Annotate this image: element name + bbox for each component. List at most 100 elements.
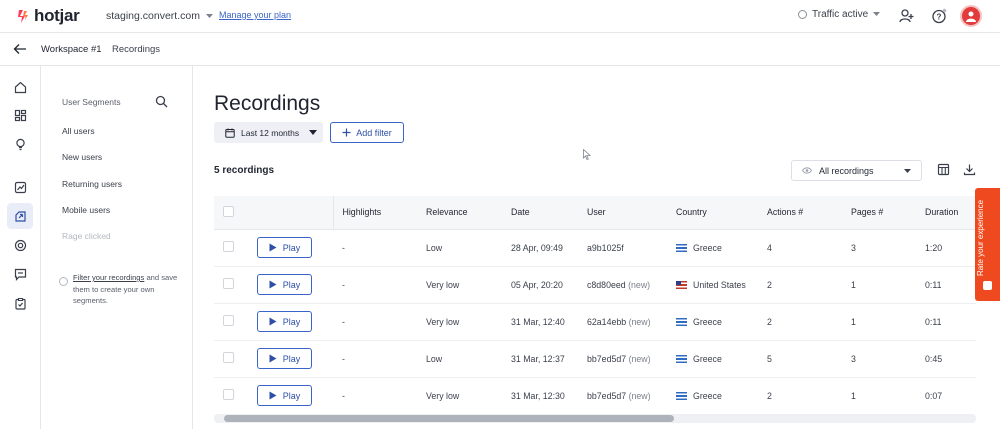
duration-cell: 1:20 (916, 229, 976, 267)
segment-new-users[interactable]: New users (62, 152, 102, 162)
actions-cell: 2 (758, 303, 842, 341)
play-button[interactable]: Play (257, 348, 312, 369)
column-header-duration[interactable]: Duration (916, 196, 976, 230)
top-bar: hotjar staging.convert.com Manage your p… (0, 0, 1000, 33)
filter-recordings-link[interactable]: Filter your recordings (73, 273, 144, 282)
column-header-user[interactable]: User (578, 196, 667, 230)
column-header-actions[interactable]: Actions # (758, 196, 842, 230)
nav-dashboard[interactable] (7, 102, 33, 128)
play-button[interactable]: Play (257, 274, 312, 295)
horizontal-scrollbar[interactable] (214, 414, 976, 423)
country-flag-icon (676, 354, 687, 363)
nav-highlights[interactable] (7, 131, 33, 157)
nav-trends[interactable] (7, 174, 33, 200)
country-cell: Greece (667, 229, 758, 267)
back-arrow-icon[interactable] (13, 43, 27, 55)
play-icon (269, 391, 277, 400)
nav-home[interactable] (7, 74, 33, 100)
recordings-table: Highlights Relevance Date User Country A… (214, 196, 976, 414)
user-icon (966, 11, 976, 22)
table-row[interactable]: Play - Very low 05 Apr, 20:20 c8d80eed (new)… (214, 266, 976, 304)
user-avatar[interactable] (960, 5, 982, 27)
country-name: Greece (693, 353, 722, 364)
new-user-tag: (new) (628, 353, 651, 364)
plus-icon (342, 128, 351, 137)
play-cell: Play (248, 377, 333, 414)
recordings-icon (14, 210, 26, 222)
table-row[interactable]: Play - Very low 31 Mar, 12:30 bb7ed5d7 (new)… (214, 377, 976, 414)
columns-icon[interactable] (937, 163, 950, 176)
row-select-cell (214, 377, 248, 414)
date-range-label: Last 12 months (241, 127, 300, 138)
duration-cell: 0:45 (916, 340, 976, 378)
column-header-pages[interactable]: Pages # (842, 196, 916, 230)
duration-cell: 0:11 (916, 303, 976, 341)
column-header-relevance[interactable]: Relevance (417, 196, 502, 230)
nav-heatmaps[interactable] (7, 232, 33, 258)
relevance-cell: Very low (417, 377, 502, 414)
date-range-filter[interactable]: Last 12 months (214, 122, 323, 143)
user-id: 62a14ebb (587, 316, 627, 327)
feedback-icon (14, 268, 26, 281)
new-user-tag: (new) (628, 316, 651, 327)
play-label: Play (282, 390, 301, 401)
manage-plan-link[interactable]: Manage your plan (219, 10, 291, 20)
row-select-cell (214, 303, 248, 341)
play-icon (269, 317, 277, 326)
recordings-view-select[interactable]: All recordings (791, 160, 922, 181)
segment-returning-users[interactable]: Returning users (62, 179, 122, 189)
country-flag-icon (676, 243, 687, 252)
row-checkbox[interactable] (223, 278, 234, 289)
user-segments-panel: User Segments All users New users Return… (41, 66, 193, 429)
highlights-cell: - (333, 229, 417, 267)
country-name: Greece (693, 390, 722, 401)
country-cell: United States (667, 266, 758, 304)
rate-experience-tab[interactable]: Rate your experience (975, 188, 1000, 301)
pages-cell: 1 (842, 266, 916, 304)
search-icon[interactable] (155, 95, 168, 108)
date-cell: 31 Mar, 12:40 (502, 303, 578, 341)
pages-cell: 3 (842, 229, 916, 267)
column-header-date[interactable]: Date (502, 196, 578, 230)
table-row[interactable]: Play - Low 31 Mar, 12:37 bb7ed5d7 (new) Greec… (214, 340, 976, 378)
nav-feedback[interactable] (7, 261, 33, 287)
table-row[interactable]: Play - Low 28 Apr, 09:49 a9b1025f Greece 4 3 1:… (214, 229, 976, 267)
table-row[interactable]: Play - Very low 31 Mar, 12:40 62a14ebb (new)… (214, 303, 976, 341)
play-cell: Play (248, 229, 333, 267)
new-user-tag: (new) (628, 279, 651, 290)
segment-all-users[interactable]: All users (62, 126, 95, 136)
help-icon[interactable]: ? (931, 8, 947, 24)
scrollbar-thumb[interactable] (224, 415, 674, 422)
download-icon[interactable] (963, 163, 976, 176)
user-cell: bb7ed5d7 (new) (578, 340, 667, 378)
row-checkbox[interactable] (223, 352, 234, 363)
nav-recordings[interactable] (7, 203, 33, 229)
play-button[interactable]: Play (257, 311, 312, 332)
column-header-highlights[interactable]: Highlights (332, 196, 417, 230)
play-button[interactable]: Play (257, 237, 312, 258)
breadcrumb-workspace[interactable]: Workspace #1 (41, 44, 102, 55)
hotjar-logo[interactable]: hotjar (16, 6, 80, 26)
play-icon (269, 280, 277, 289)
row-select-cell (214, 340, 248, 378)
pages-cell: 3 (842, 340, 916, 378)
row-checkbox[interactable] (223, 241, 234, 252)
site-selector[interactable]: staging.convert.com (106, 10, 213, 22)
invite-user-icon[interactable] (899, 8, 915, 24)
row-checkbox[interactable] (223, 389, 234, 400)
country-name: Greece (693, 242, 722, 253)
row-checkbox[interactable] (223, 315, 234, 326)
add-filter-button[interactable]: Add filter (330, 122, 404, 143)
nav-surveys[interactable] (7, 290, 33, 316)
segment-rage-clicked: Rage clicked (62, 231, 111, 241)
country-flag-icon (676, 391, 687, 400)
column-header-country[interactable]: Country (667, 196, 758, 230)
user-id: a9b1025f (587, 242, 624, 253)
select-all-checkbox[interactable] (223, 205, 234, 217)
segment-mobile-users[interactable]: Mobile users (62, 205, 110, 215)
play-column-header (248, 196, 333, 230)
traffic-status[interactable]: Traffic active (798, 9, 881, 20)
actions-cell: 5 (758, 340, 842, 378)
play-label: Play (282, 242, 301, 253)
play-button[interactable]: Play (257, 385, 312, 406)
